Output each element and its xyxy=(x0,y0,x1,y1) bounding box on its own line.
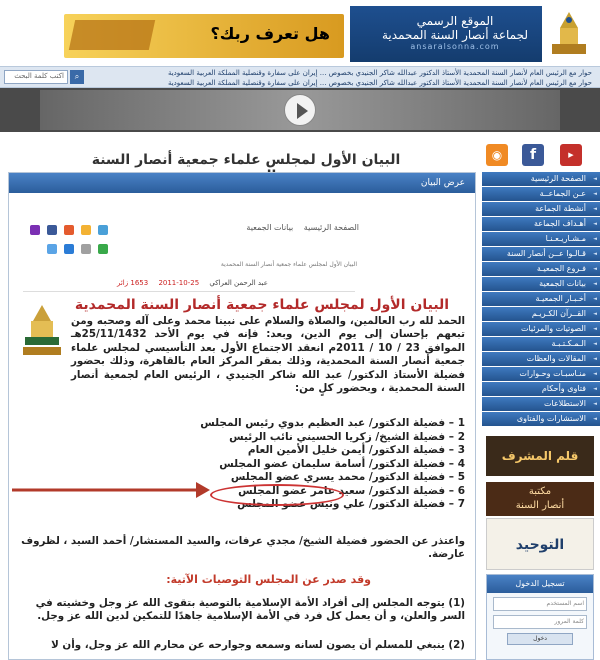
sidebar-item-polls[interactable]: الاستطلاعات xyxy=(482,397,600,411)
highlight-oval xyxy=(210,484,344,506)
login-title: تسجيل الدخول xyxy=(487,575,593,593)
site-url: ansaralsonna.com xyxy=(410,42,500,51)
intro-paragraph: الحمد لله رب العالمين، والصلاة والسلام ع… xyxy=(71,315,465,395)
recommendation-item: (2) ينبغي للمسلم أن يصون لسانه وسمعه وجو… xyxy=(51,639,465,651)
search-icon: ⌕ xyxy=(74,72,80,81)
facebook-icon[interactable]: f xyxy=(522,144,544,166)
sidebar-item-about[interactable]: عـن الجماعــة xyxy=(482,187,600,201)
sidebar-item-consultations[interactable]: الاستشارات والفتاوى xyxy=(482,412,600,426)
library-banner-line2: أنصار السنة xyxy=(515,500,565,511)
nav-statements-link[interactable]: بيانات الجمعية xyxy=(246,223,293,232)
breadcrumb: البيان الأول لمجلس علماء جمعية أنصار الس… xyxy=(220,261,357,268)
site-title-line1: الموقع الرسمي xyxy=(416,14,494,28)
sidebar-item-testimonials[interactable]: قـالـوا عــن أنصار السنة xyxy=(482,247,600,261)
favorite-icon[interactable] xyxy=(63,225,74,235)
video-strip xyxy=(0,88,600,132)
sidebar-menu: الصفحة الرئيسية عـن الجماعــة أنشطة الجم… xyxy=(482,172,600,427)
login-button[interactable]: دخول xyxy=(507,633,573,645)
rss-icon[interactable]: ◉ xyxy=(486,144,508,166)
sidebar-item-library[interactable]: الـمـكـتـبـة xyxy=(482,337,600,351)
arrow-right-icon xyxy=(12,482,210,498)
sidebar-item-interviews[interactable]: منـاسبـات وحـوارات xyxy=(482,367,600,381)
tawheed-magazine-banner[interactable]: التوحيد xyxy=(486,518,594,570)
play-icon[interactable] xyxy=(284,94,316,126)
add-icon[interactable] xyxy=(98,244,108,254)
apology-note: واعتذر عن الحضور فضيلة الشيخ/ مجدي عرفات… xyxy=(21,535,465,561)
email-icon[interactable] xyxy=(98,225,108,235)
divider xyxy=(23,291,355,292)
article-date: 25-10-2011 xyxy=(158,279,200,287)
search-input[interactable]: اكتب كلمة البحث xyxy=(4,70,68,84)
bookmark-icon[interactable] xyxy=(80,244,91,254)
site-logo-icon[interactable] xyxy=(544,8,594,60)
content-panel: عرض البيان الصفحة الرئيسية بيانات الجمعي… xyxy=(8,172,476,660)
article-intro: الحمد لله رب العالمين، والصلاة والسلام ع… xyxy=(21,315,465,395)
member-item: 3 – فضيلة الدكتور/ أيمن خليل الأمين العا… xyxy=(247,444,465,456)
sidebar-item-fatwas[interactable]: فتاوى وأحكام xyxy=(482,382,600,396)
sidebar-item-quran[interactable]: القــرآن الكـريـم xyxy=(482,307,600,321)
login-box: تسجيل الدخول اسم المستخدم كلمة المرور دخ… xyxy=(486,574,594,660)
share-icons xyxy=(19,221,109,259)
content-nav: الصفحة الرئيسية بيانات الجمعية xyxy=(238,223,359,232)
sidebar-item-goals[interactable]: أهـداف الجماعة xyxy=(482,217,600,231)
sidebar-item-home[interactable]: الصفحة الرئيسية xyxy=(482,172,600,186)
news-ticker: حوار مع الرئيس العام لأنصار السنة المحمد… xyxy=(0,66,600,88)
nav-home-link[interactable]: الصفحة الرئيسية xyxy=(304,223,359,232)
youtube-icon[interactable]: ▶ xyxy=(560,144,582,166)
banner-text: هل تعرف ربك؟ xyxy=(210,24,331,43)
google-share-icon[interactable] xyxy=(63,244,74,254)
sidebar-item-branches[interactable]: فـروع الجمعيـة xyxy=(482,262,600,276)
article-title: البيان الأول لمجلس علماء جمعية أنصار الس… xyxy=(74,297,450,313)
recommendation-item: (1) يتوجه المجلس إلى أفراد الأمة الإسلام… xyxy=(35,597,465,623)
facebook-share-icon[interactable] xyxy=(46,225,57,235)
twitter-share-icon[interactable] xyxy=(46,244,57,254)
sidebar-item-news[interactable]: أخـبـار الجمعيـة xyxy=(482,292,600,306)
sidebar-item-articles[interactable]: المقالات والعظات xyxy=(482,352,600,366)
supervisor-pen-banner[interactable]: قلم المشرف xyxy=(486,436,594,476)
sidebar-item-statements[interactable]: بيانات الجمعية xyxy=(482,277,600,291)
member-item: 4 – فضيلة الدكتور/ أسامة سليمان عضو المج… xyxy=(219,457,465,470)
print-icon[interactable] xyxy=(80,225,91,235)
username-field[interactable]: اسم المستخدم xyxy=(493,597,587,611)
sidebar-item-media[interactable]: الصوتيات والمرئيات xyxy=(482,322,600,336)
search-button[interactable]: ⌕ xyxy=(70,70,84,84)
article-author: عبد الرحمن العراكي xyxy=(209,279,268,287)
content-header: عرض البيان xyxy=(9,173,475,193)
member-item: 1 – فضيلة الدكتور/ عبد العظيم بدوي رئيس … xyxy=(200,417,465,429)
article-views: 1653 زائر xyxy=(117,279,149,287)
site-title-line2: لجماعة أنصار السنة المحمدية xyxy=(382,28,528,42)
header-banner[interactable]: هل تعرف ربك؟ xyxy=(64,14,344,58)
library-banner[interactable]: مكتبة أنصار السنة xyxy=(486,482,594,516)
ticker-row[interactable]: حوار مع الرئيس العام لأنصار السنة المحمد… xyxy=(162,78,592,88)
library-banner-line1: مكتبة xyxy=(528,486,552,497)
banner-graphic xyxy=(68,20,156,50)
ticker-row[interactable]: حوار مع الرئيس العام لأنصار السنة المحمد… xyxy=(162,68,592,78)
recommendations-title: وقد صدر عن المجلس التوصيات الآتية: xyxy=(166,573,371,586)
sidebar-item-activities[interactable]: أنشطة الجماعة xyxy=(482,202,600,216)
member-item: 2 – فضيلة الشيخ/ زكريا الحسيني نائب الرئ… xyxy=(229,430,465,443)
sidebar-item-projects[interactable]: مـشـاريـعـنـا xyxy=(482,232,600,246)
yahoo-share-icon[interactable] xyxy=(29,225,40,235)
password-field[interactable]: كلمة المرور xyxy=(493,615,587,629)
site-title[interactable]: الموقع الرسمي لجماعة أنصار السنة المحمدي… xyxy=(370,14,540,51)
site-header: الموقع الرسمي لجماعة أنصار السنة المحمدي… xyxy=(0,0,600,66)
article-meta: عبد الرحمن العراكي 25-10-2011 1653 زائر xyxy=(117,279,357,287)
